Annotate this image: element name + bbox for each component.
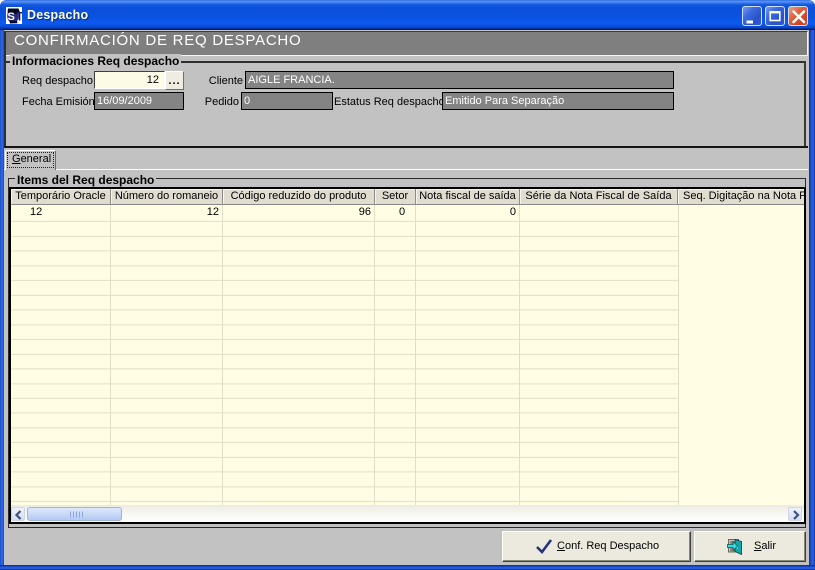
svg-text:S: S bbox=[8, 11, 15, 23]
svg-text:T: T bbox=[16, 12, 22, 24]
